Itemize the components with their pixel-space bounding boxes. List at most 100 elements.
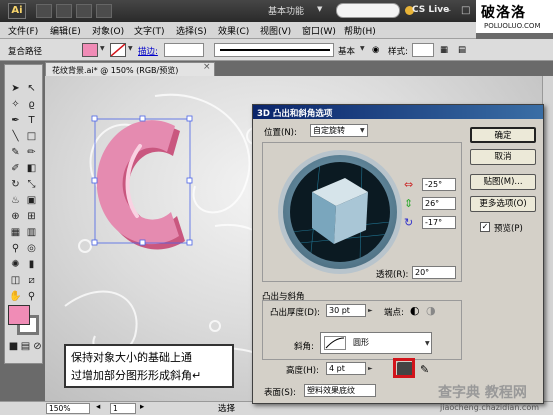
menu-window[interactable]: 窗口(W): [302, 24, 336, 37]
menu-effect[interactable]: 效果(C): [218, 24, 249, 37]
magic-wand-tool-icon[interactable]: ✧: [8, 98, 23, 112]
rectangle-tool-icon[interactable]: □: [24, 130, 39, 144]
artboard-tool-icon[interactable]: ◫: [8, 274, 23, 288]
blend-tool-icon[interactable]: ◎: [24, 242, 39, 256]
cap-off-icon[interactable]: ◑: [426, 305, 436, 316]
preview-label: 预览(P): [494, 224, 523, 234]
document-setup-icon[interactable]: ▦: [440, 45, 448, 55]
fill-color-swatch[interactable]: [82, 43, 98, 57]
eyedropper-tool-icon[interactable]: ⚲: [8, 242, 23, 256]
chevron-down-icon[interactable]: ▼: [128, 45, 133, 52]
height-field[interactable]: 4 pt: [326, 362, 366, 375]
menu-view[interactable]: 视图(V): [260, 24, 291, 37]
menu-file[interactable]: 文件(F): [8, 24, 38, 37]
site-logo-url: POLUOLUO.COM: [484, 22, 541, 30]
chevron-right-icon[interactable]: ►: [368, 365, 373, 372]
chevron-down-icon[interactable]: ▼: [317, 5, 322, 13]
perspective-grid-tool-icon[interactable]: ⊞: [24, 210, 39, 224]
stroke-profile-line: [220, 49, 330, 51]
column-graph-tool-icon[interactable]: ▮: [24, 258, 39, 272]
next-artboard-icon[interactable]: ▸: [140, 402, 144, 412]
perspective-field[interactable]: 20°: [412, 266, 456, 279]
workspace-switcher[interactable]: 基本功能: [268, 4, 304, 17]
type-tool-icon[interactable]: T: [24, 114, 39, 128]
free-transform-tool-icon[interactable]: ▣: [24, 194, 39, 208]
minimize-button[interactable]: –: [446, 5, 451, 16]
height-label: 高度(H):: [286, 366, 319, 376]
zoom-level-field[interactable]: 150%: [46, 403, 90, 414]
y-axis-rotation-icon: ⇕: [404, 197, 414, 210]
chevron-down-icon[interactable]: ▼: [360, 127, 365, 134]
z-rotation-field[interactable]: -17°: [422, 216, 456, 229]
x-axis-rotation-icon: ⇔: [404, 178, 414, 191]
ok-button[interactable]: 确定: [470, 127, 536, 143]
cap-on-icon[interactable]: ◐: [410, 305, 420, 316]
mesh-tool-icon[interactable]: ▦: [8, 226, 23, 240]
pen-tool-icon[interactable]: ✒: [8, 114, 23, 128]
layout-icon[interactable]: [96, 4, 112, 18]
shape-builder-tool-icon[interactable]: ⊕: [8, 210, 23, 224]
arrange-icon[interactable]: [56, 4, 72, 18]
close-icon[interactable]: ×: [203, 62, 211, 72]
maximize-button[interactable]: □: [461, 5, 470, 16]
highlight-box: [393, 358, 415, 378]
rotation-preview-cube[interactable]: [290, 162, 390, 262]
none-mode-icon[interactable]: ⊘: [30, 340, 45, 354]
stroke-weight-field[interactable]: [164, 43, 204, 57]
view-extras-icon[interactable]: [76, 4, 92, 18]
direct-selection-tool-icon[interactable]: ↖: [24, 82, 39, 96]
paintbrush-tool-icon[interactable]: ✎: [8, 146, 23, 160]
symbol-sprayer-tool-icon[interactable]: ✺: [8, 258, 23, 272]
extrude-depth-field[interactable]: 30 pt: [326, 304, 366, 317]
bevel-extent-in-icon[interactable]: ✎: [420, 364, 429, 375]
opacity-icon[interactable]: ◉: [372, 45, 379, 55]
watermark-text: 查字典 教程网: [438, 385, 527, 401]
stroke-color-swatch[interactable]: [110, 43, 126, 57]
menu-type[interactable]: 文字(T): [134, 24, 165, 37]
zoom-tool-icon[interactable]: ⚲: [24, 290, 39, 304]
lasso-tool-icon[interactable]: ϱ: [24, 98, 39, 112]
graphic-style-swatch[interactable]: [412, 43, 434, 57]
pencil-tool-icon[interactable]: ✏: [24, 146, 39, 160]
preview-checkbox[interactable]: ✓: [480, 222, 490, 232]
chevron-down-icon[interactable]: ▼: [360, 45, 365, 52]
surface-dropdown[interactable]: 塑料效果底纹: [304, 384, 376, 397]
eraser-tool-icon[interactable]: ◧: [24, 162, 39, 176]
rotate-tool-icon[interactable]: ↻: [8, 178, 23, 192]
cap-label: 端点:: [384, 308, 404, 318]
cancel-button[interactable]: 取消: [470, 149, 536, 165]
gradient-tool-icon[interactable]: ▥: [24, 226, 39, 240]
no-stroke-icon: [110, 43, 126, 57]
chevron-down-icon[interactable]: ▼: [100, 45, 105, 52]
map-art-button[interactable]: 贴图(M)...: [470, 174, 536, 190]
search-input[interactable]: [336, 3, 400, 18]
slice-tool-icon[interactable]: ⧄: [24, 274, 39, 288]
artboard-number-field[interactable]: 1: [110, 403, 136, 414]
more-options-button[interactable]: 更多选项(O): [470, 196, 536, 212]
line-tool-icon[interactable]: ╲: [8, 130, 23, 144]
chevron-down-icon[interactable]: ▼: [425, 340, 430, 347]
chevron-right-icon[interactable]: ►: [368, 307, 373, 314]
y-rotation-field[interactable]: 26°: [422, 197, 456, 210]
warp-tool-icon[interactable]: ♨: [8, 194, 23, 208]
x-rotation-field[interactable]: -25°: [422, 178, 456, 191]
menu-object[interactable]: 对象(O): [92, 24, 124, 37]
transform-icon[interactable]: ▤: [458, 45, 466, 55]
scale-tool-icon[interactable]: ⤡: [24, 178, 39, 192]
document-tab[interactable]: 花纹背景.ai* @ 150% (RGB/预览): [45, 62, 215, 76]
menu-select[interactable]: 选择(S): [176, 24, 207, 37]
hand-tool-icon[interactable]: ✋: [8, 290, 23, 304]
stroke-link[interactable]: 描边:: [138, 45, 158, 57]
blob-brush-tool-icon[interactable]: ✐: [8, 162, 23, 176]
selection-tool-icon[interactable]: ➤: [8, 82, 23, 96]
bevel-label: 斜角:: [294, 342, 314, 352]
menu-help[interactable]: 帮助(H): [344, 24, 376, 37]
style-label: 样式:: [388, 47, 408, 57]
bridge-icon[interactable]: [36, 4, 52, 18]
fill-color-box[interactable]: [8, 305, 30, 325]
extrude-depth-label: 凸出厚度(D):: [270, 308, 321, 318]
cs-live-button[interactable]: CS Live: [412, 5, 449, 15]
brush-definition-dropdown[interactable]: 基本: [338, 45, 355, 57]
menu-edit[interactable]: 编辑(E): [50, 24, 81, 37]
previous-artboard-icon[interactable]: ◂: [96, 402, 100, 412]
